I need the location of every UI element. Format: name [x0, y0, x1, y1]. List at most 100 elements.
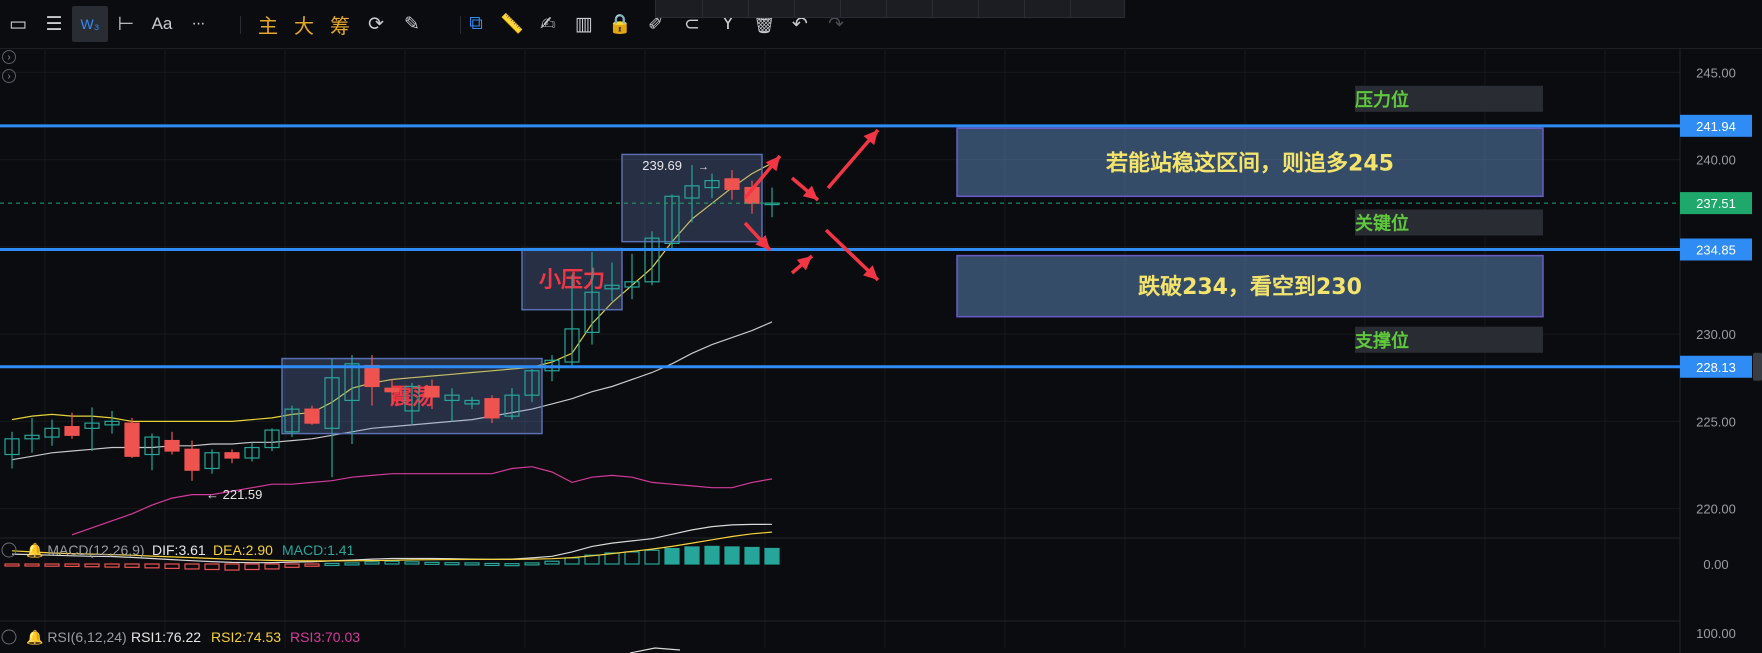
wave-icon[interactable]: W₃ [72, 6, 108, 42]
candle [4, 431, 20, 469]
candle-body [304, 408, 320, 424]
macd-bar [684, 546, 700, 565]
menu-icon[interactable]: ☰ [36, 6, 72, 42]
macd-bar [524, 562, 540, 566]
candle-body [164, 439, 180, 452]
candle [184, 440, 200, 481]
lock-icon[interactable]: 🔒 [602, 6, 638, 42]
big-icon[interactable]: 大 [286, 6, 322, 42]
collapse-icon [1, 542, 17, 558]
macd-zero-tick: 0.00 [1703, 557, 1728, 572]
macd-bar [84, 563, 100, 568]
level-price-text: 234.85 [1696, 243, 1736, 258]
chip-icon[interactable]: 筹 [322, 6, 358, 42]
macd-bar [664, 548, 680, 565]
collapse-icon[interactable]: › [2, 69, 16, 83]
macd-bar [44, 563, 60, 567]
candle-body [384, 387, 400, 393]
macd-bar [724, 546, 740, 565]
more-icon[interactable]: ··· [180, 6, 216, 42]
floating-toolbar[interactable] [655, 0, 1125, 18]
last-price-text: 237.51 [1696, 196, 1736, 211]
price-label-arrow: → [698, 161, 709, 173]
macd-bar [24, 563, 40, 567]
candle [124, 417, 140, 458]
macd-bar [564, 557, 580, 565]
candle-body [424, 385, 440, 398]
candle-body [484, 398, 500, 419]
y-tick: 245.00 [1696, 65, 1736, 80]
macd-bar [184, 563, 200, 570]
macd-bar [744, 546, 760, 565]
refresh-icon[interactable]: ⟳ [358, 6, 394, 42]
note-text: 若能站稳这区间，则追多245 [1106, 150, 1394, 176]
rsi-pane: 🔔 RSI(6,12,24) RSI1:76.22 RSI2:74.53 RSI3:7… [1, 626, 1736, 653]
macd-bar [504, 563, 520, 567]
macd-bar [344, 562, 360, 566]
macd-bar [404, 561, 420, 565]
zone-boxes: 震荡小压力 [281, 153, 763, 435]
macd-bar [264, 563, 280, 570]
y-tick: 225.00 [1696, 414, 1736, 429]
macd-bar [324, 562, 340, 567]
price-axis: 245.00240.00235.00230.00225.00220.00241.… [1680, 65, 1762, 517]
price-chart[interactable]: 震荡小压力 239.69 → ← 221.59 压力位关键位支撑位 若能站稳这区间，… [0, 48, 1762, 653]
macd-bar [484, 562, 500, 567]
candle [764, 187, 780, 218]
macd-bar [704, 545, 720, 565]
macd-bar [384, 560, 400, 565]
macd-pane: 🔔 MACD(12,26,9) DIF:3.61 DEA:2.90 MACD:1.41… [1, 523, 1729, 572]
candle-body [64, 425, 80, 436]
y-tick: 230.00 [1696, 327, 1736, 342]
main-icon[interactable]: 主 [250, 6, 286, 42]
y-tick: 220.00 [1696, 502, 1736, 517]
y-tick: 240.00 [1696, 153, 1736, 168]
candle [244, 442, 260, 462]
lower-band-line [71, 466, 773, 536]
macd-bar [144, 563, 160, 569]
collapse-icon[interactable]: › [2, 50, 16, 64]
macd-dea: DEA:2.90 [213, 542, 273, 558]
macd-bar [424, 561, 440, 565]
scroll-handle [1753, 352, 1762, 381]
macd-bar [364, 561, 380, 565]
level-tag: 压力位 [1355, 89, 1409, 111]
candle [224, 449, 240, 464]
candle [624, 253, 640, 300]
copy-icon[interactable]: ⧉ [458, 6, 494, 42]
macd-bar [104, 563, 120, 568]
rsi2-value: RSI2:74.53 [211, 629, 281, 645]
candle-body [724, 178, 740, 190]
ruler-icon[interactable]: 📏 [494, 6, 530, 42]
macd-bar [224, 563, 240, 571]
candle [264, 428, 280, 452]
rectangle-icon[interactable]: ▭ [0, 6, 36, 42]
macd-bar [464, 562, 480, 566]
rsi-tick: 100.00 [1696, 626, 1736, 641]
candle [204, 449, 220, 474]
horizontal-ray-icon[interactable]: ⊢ [108, 6, 144, 42]
macd-bar [204, 563, 220, 571]
candle-body [184, 448, 200, 471]
macd-bar [4, 563, 20, 567]
macd-bar [544, 560, 560, 565]
pen-icon[interactable]: ✍ [530, 6, 566, 42]
level-tag: 支撑位 [1354, 330, 1409, 352]
macd-bar [124, 563, 140, 568]
macd-title: 🔔 MACD(12,26,9) [26, 542, 145, 559]
macd-bar [624, 551, 640, 565]
macd-bar [304, 563, 320, 567]
text-icon[interactable]: Aa [144, 6, 180, 42]
crosshair-icon[interactable]: ✎ [394, 6, 430, 42]
candles-icon[interactable]: ▥ [566, 6, 602, 42]
macd-value: MACD:1.41 [282, 542, 355, 558]
macd-bar [244, 563, 260, 571]
price-label: ← 221.59 [206, 487, 262, 502]
candle [144, 433, 160, 471]
candle [44, 419, 60, 446]
candle [84, 407, 100, 452]
price-label: 239.69 [642, 158, 682, 173]
macd-bar [164, 563, 180, 570]
rsi1-value: RSI1:76.22 [131, 629, 201, 645]
rsi-line [629, 647, 681, 653]
